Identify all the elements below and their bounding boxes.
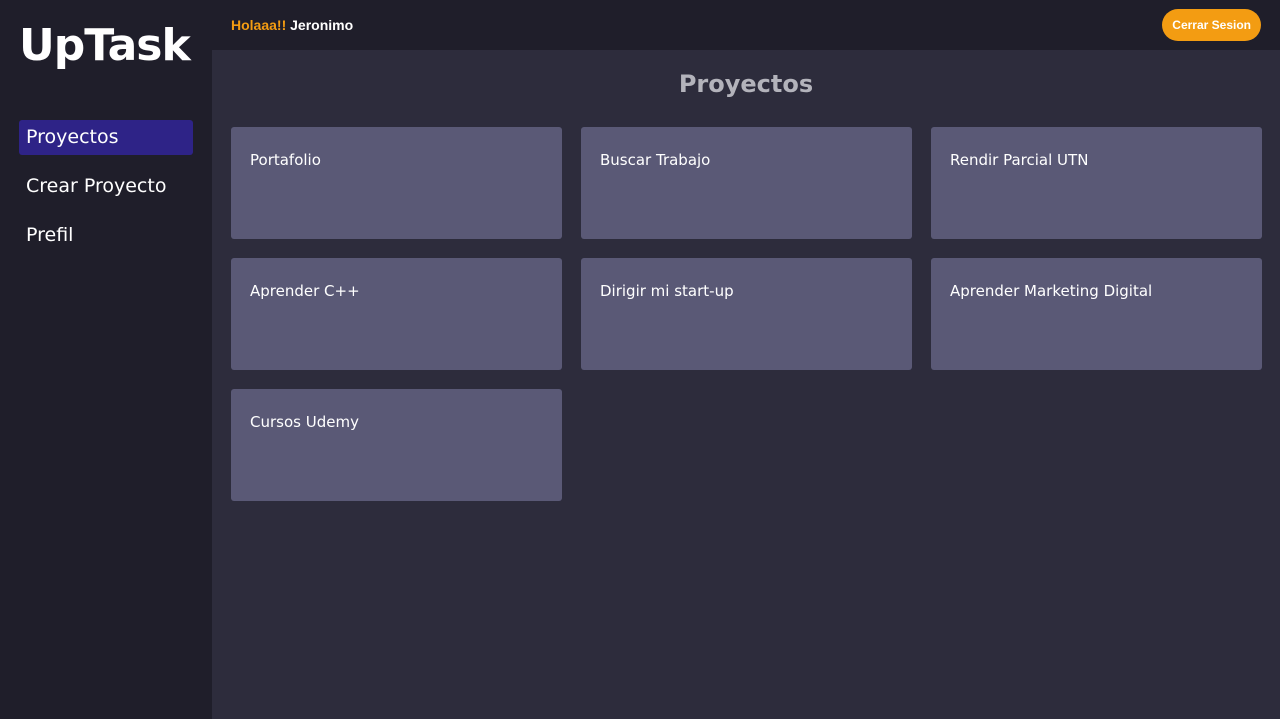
brand-logo: UpTask — [19, 20, 191, 71]
page-title: Proyectos — [678, 70, 814, 98]
sidebar: UpTask Proyectos Crear Proyecto Prefil — [0, 0, 212, 719]
project-card-title: Rendir Parcial UTN — [950, 151, 1089, 169]
greeting-text: Holaaa!! — [231, 17, 287, 33]
sidebar-nav: Proyectos Crear Proyecto Prefil — [19, 120, 193, 253]
project-card-title: Aprender Marketing Digital — [950, 282, 1153, 300]
project-card[interactable]: Buscar Trabajo — [581, 127, 912, 239]
project-card-title: Dirigir mi start-up — [600, 282, 734, 300]
project-card-title: Portafolio — [250, 151, 321, 169]
project-card-title: Cursos Udemy — [250, 413, 359, 431]
sidebar-item-prefil[interactable]: Prefil — [19, 218, 193, 253]
greeting: Holaaa!! Jeronimo — [231, 17, 353, 33]
main-area: Holaaa!! Jeronimo Cerrar Sesion Proyecto… — [212, 0, 1280, 719]
app-root: UpTask Proyectos Crear Proyecto Prefil H… — [0, 0, 1280, 719]
project-card-title: Aprender C++ — [250, 282, 360, 300]
projects-section: Proyectos Portafolio Buscar Trabajo Rend… — [212, 50, 1280, 719]
top-bar: Holaaa!! Jeronimo Cerrar Sesion — [212, 0, 1280, 50]
sidebar-item-crear-proyecto[interactable]: Crear Proyecto — [19, 169, 193, 204]
username: Jeronimo — [290, 17, 354, 33]
sidebar-item-proyectos[interactable]: Proyectos — [19, 120, 193, 155]
project-card-title: Buscar Trabajo — [600, 151, 711, 169]
projects-grid: Portafolio Buscar Trabajo Rendir Parcial… — [231, 127, 1262, 501]
project-card[interactable]: Aprender C++ — [231, 258, 562, 370]
project-card[interactable]: Aprender Marketing Digital — [931, 258, 1262, 370]
project-card[interactable]: Dirigir mi start-up — [581, 258, 912, 370]
project-card[interactable]: Cursos Udemy — [231, 389, 562, 501]
logout-button[interactable]: Cerrar Sesion — [1162, 9, 1261, 41]
project-card[interactable]: Rendir Parcial UTN — [931, 127, 1262, 239]
project-card[interactable]: Portafolio — [231, 127, 562, 239]
